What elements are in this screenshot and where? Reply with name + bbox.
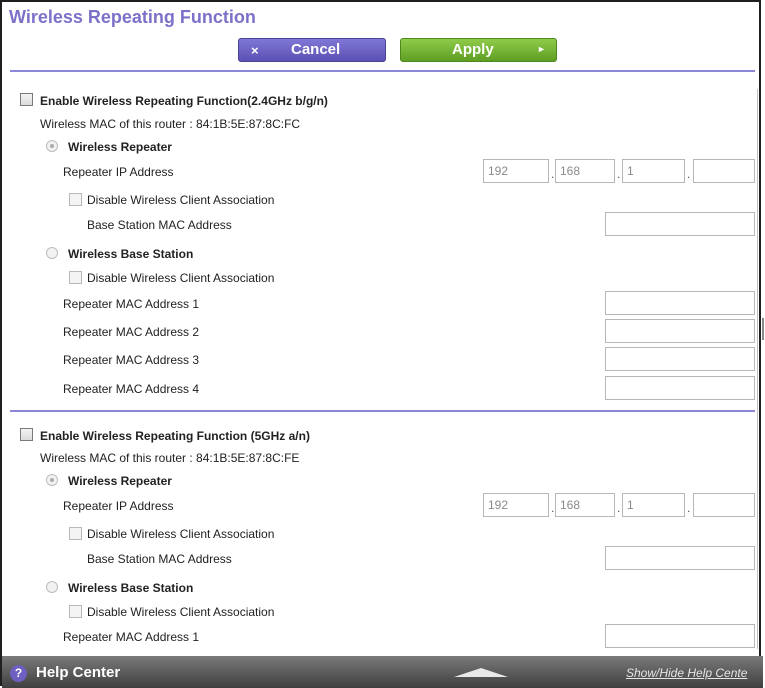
repeater-mac-24ghz-label-3: Repeater MAC Address 3	[63, 353, 200, 367]
disable-client-assoc-5ghz-checkbox[interactable]	[69, 527, 82, 540]
repeater-ip-24ghz-octet-2[interactable]	[555, 159, 615, 183]
wireless-repeater-5ghz-radio[interactable]	[46, 474, 58, 486]
repeater-mac-5ghz-label-1: Repeater MAC Address 1	[63, 630, 200, 644]
enable-repeating-24ghz-checkbox[interactable]	[20, 93, 33, 106]
enable-repeating-5ghz-label: Enable Wireless Repeating Function (5GHz…	[40, 429, 310, 443]
repeater-ip-5ghz-octet-4[interactable]	[693, 493, 755, 517]
base-station-mac-5ghz-input[interactable]	[605, 546, 755, 570]
repeater-ip-5ghz-octet-3[interactable]	[622, 493, 685, 517]
wireless-base-station-5ghz-radio[interactable]	[46, 581, 58, 593]
help-center-title: Help Center	[36, 664, 121, 681]
ip-dot: .	[687, 167, 691, 181]
disable-client-assoc-24ghz-checkbox[interactable]	[69, 193, 82, 206]
divider-sections	[10, 410, 755, 412]
expand-up-arrow-icon[interactable]	[454, 668, 508, 677]
divider-top	[10, 70, 755, 72]
ip-dot: .	[551, 501, 555, 515]
show-hide-help-link[interactable]: Show/Hide Help Cente	[626, 666, 747, 680]
repeater-ip-24ghz-octet-3[interactable]	[622, 159, 685, 183]
play-arrow-icon: ►	[537, 44, 546, 54]
ip-dot: .	[551, 167, 555, 181]
disable-client-assoc-5ghz-base-checkbox[interactable]	[69, 605, 82, 618]
disable-client-assoc-24ghz-base-checkbox[interactable]	[69, 271, 82, 284]
wireless-repeater-24ghz-radio[interactable]	[46, 140, 58, 152]
repeater-mac-24ghz-label-4: Repeater MAC Address 4	[63, 382, 200, 396]
disable-client-assoc-5ghz-label: Disable Wireless Client Association	[87, 527, 275, 541]
base-station-mac-24ghz-input[interactable]	[605, 212, 755, 236]
disable-client-assoc-24ghz-label: Disable Wireless Client Association	[87, 193, 275, 207]
repeater-mac-24ghz-input-2[interactable]	[605, 319, 755, 343]
apply-button[interactable]: Apply ►	[400, 38, 557, 62]
cancel-button-label: Cancel	[291, 41, 341, 58]
apply-button-label: Apply	[452, 41, 494, 58]
scrollbar-thumb[interactable]	[762, 318, 764, 340]
repeater-mac-24ghz-input-1[interactable]	[605, 291, 755, 315]
repeater-mac-24ghz-input-4[interactable]	[605, 376, 755, 400]
page-title: Wireless Repeating Function	[9, 7, 256, 27]
repeater-ip-5ghz-label: Repeater IP Address	[63, 499, 174, 513]
repeater-ip-5ghz-octet-1[interactable]	[483, 493, 549, 517]
ip-dot: .	[687, 501, 691, 515]
wireless-repeater-5ghz-label: Wireless Repeater	[68, 474, 172, 488]
ip-dot: .	[617, 501, 621, 515]
repeater-ip-24ghz-label: Repeater IP Address	[63, 165, 174, 179]
repeater-ip-5ghz-octet-2[interactable]	[555, 493, 615, 517]
repeater-ip-24ghz-octet-1[interactable]	[483, 159, 549, 183]
scrollbar-track[interactable]	[757, 89, 764, 649]
disable-client-assoc-5ghz-base-label: Disable Wireless Client Association	[87, 605, 275, 619]
repeater-mac-24ghz-label-1: Repeater MAC Address 1	[63, 297, 200, 311]
wireless-base-station-24ghz-radio[interactable]	[46, 247, 58, 259]
base-station-mac-24ghz-label: Base Station MAC Address	[87, 218, 232, 232]
repeater-ip-24ghz-octet-4[interactable]	[693, 159, 755, 183]
enable-repeating-24ghz-label: Enable Wireless Repeating Function(2.4GH…	[40, 94, 328, 108]
cancel-button[interactable]: × Cancel	[238, 38, 386, 62]
router-mac-24ghz: Wireless MAC of this router : 84:1B:5E:8…	[40, 117, 301, 131]
enable-repeating-5ghz-checkbox[interactable]	[20, 428, 33, 441]
base-station-mac-5ghz-label: Base Station MAC Address	[87, 552, 232, 566]
help-icon[interactable]: ?	[10, 665, 27, 682]
wireless-base-station-24ghz-label: Wireless Base Station	[68, 247, 194, 261]
repeater-mac-24ghz-input-3[interactable]	[605, 347, 755, 371]
wireless-repeater-24ghz-label: Wireless Repeater	[68, 140, 172, 154]
ip-dot: .	[617, 167, 621, 181]
wireless-base-station-5ghz-label: Wireless Base Station	[68, 581, 194, 595]
disable-client-assoc-24ghz-base-label: Disable Wireless Client Association	[87, 271, 275, 285]
repeater-mac-24ghz-label-2: Repeater MAC Address 2	[63, 325, 200, 339]
close-icon: ×	[251, 43, 259, 58]
router-mac-5ghz: Wireless MAC of this router : 84:1B:5E:8…	[40, 451, 300, 465]
repeater-mac-5ghz-input-1[interactable]	[605, 624, 755, 648]
